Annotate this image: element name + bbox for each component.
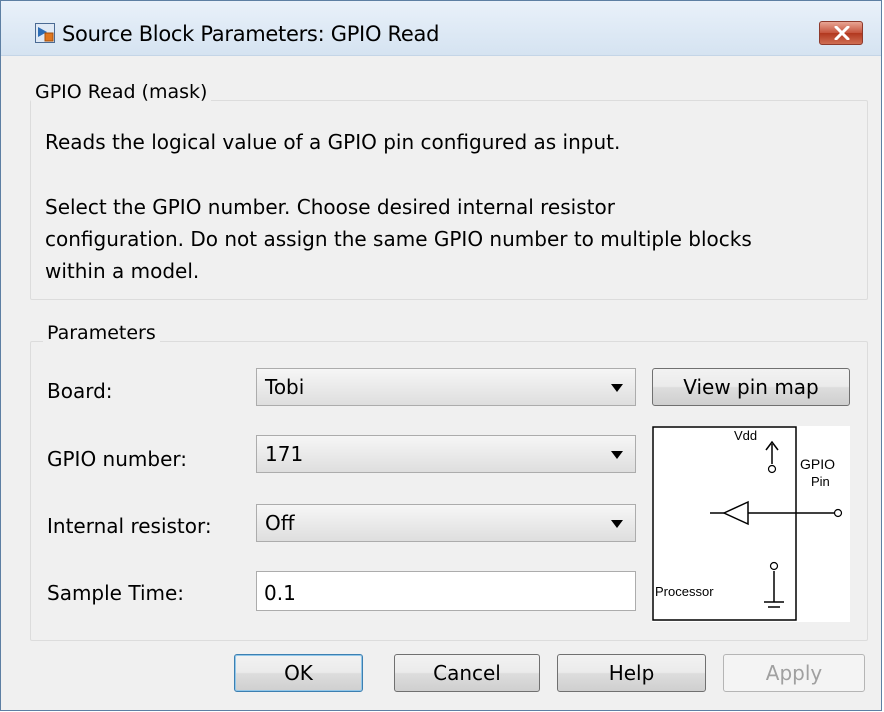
close-button[interactable] (819, 21, 863, 45)
chevron-down-icon (611, 384, 623, 392)
sample-time-input[interactable]: 0.1 (256, 571, 636, 611)
internal-resistor-dropdown[interactable]: Off (256, 504, 636, 542)
vdd-label: Vdd (734, 428, 758, 443)
sample-time-value: 0.1 (264, 581, 296, 605)
view-pin-map-button[interactable]: View pin map (652, 368, 850, 406)
gpio-number-label: GPIO number: (47, 447, 187, 471)
dialog-window: Source Block Parameters: GPIO Read GPIO … (0, 0, 882, 711)
gpio-label: GPIO (800, 456, 836, 472)
cancel-button[interactable]: Cancel (394, 654, 540, 692)
help-button[interactable]: Help (557, 654, 706, 692)
board-label: Board: (47, 379, 113, 403)
gpio-number-value: 171 (265, 442, 304, 466)
simulink-block-icon (35, 23, 55, 43)
sample-time-label: Sample Time: (47, 581, 185, 605)
internal-resistor-label: Internal resistor: (47, 514, 212, 538)
processor-label: Processor (655, 584, 714, 599)
description-line: configuration. Do not assign the same GP… (45, 227, 752, 251)
ok-button[interactable]: OK (234, 654, 363, 692)
chevron-down-icon (611, 520, 623, 528)
description-line: within a model. (45, 259, 200, 283)
description-line: Select the GPIO number. Choose desired i… (45, 195, 615, 219)
description-line: Reads the logical value of a GPIO pin co… (45, 130, 621, 154)
gpio-diagram: Vdd GPIO Pin Processor (652, 426, 850, 622)
board-dropdown[interactable]: Tobi (256, 368, 636, 406)
chevron-down-icon (611, 451, 623, 459)
apply-button[interactable]: Apply (723, 654, 865, 692)
close-icon (834, 26, 850, 40)
board-value: Tobi (265, 375, 305, 399)
window-title: Source Block Parameters: GPIO Read (62, 22, 440, 46)
pin-label: Pin (811, 474, 830, 489)
gpio-number-dropdown[interactable]: 171 (256, 435, 636, 473)
internal-resistor-value: Off (265, 511, 295, 535)
parameters-legend: Parameters (43, 322, 160, 344)
description-legend: GPIO Read (mask) (31, 81, 212, 103)
title-bar[interactable]: Source Block Parameters: GPIO Read (1, 1, 881, 56)
